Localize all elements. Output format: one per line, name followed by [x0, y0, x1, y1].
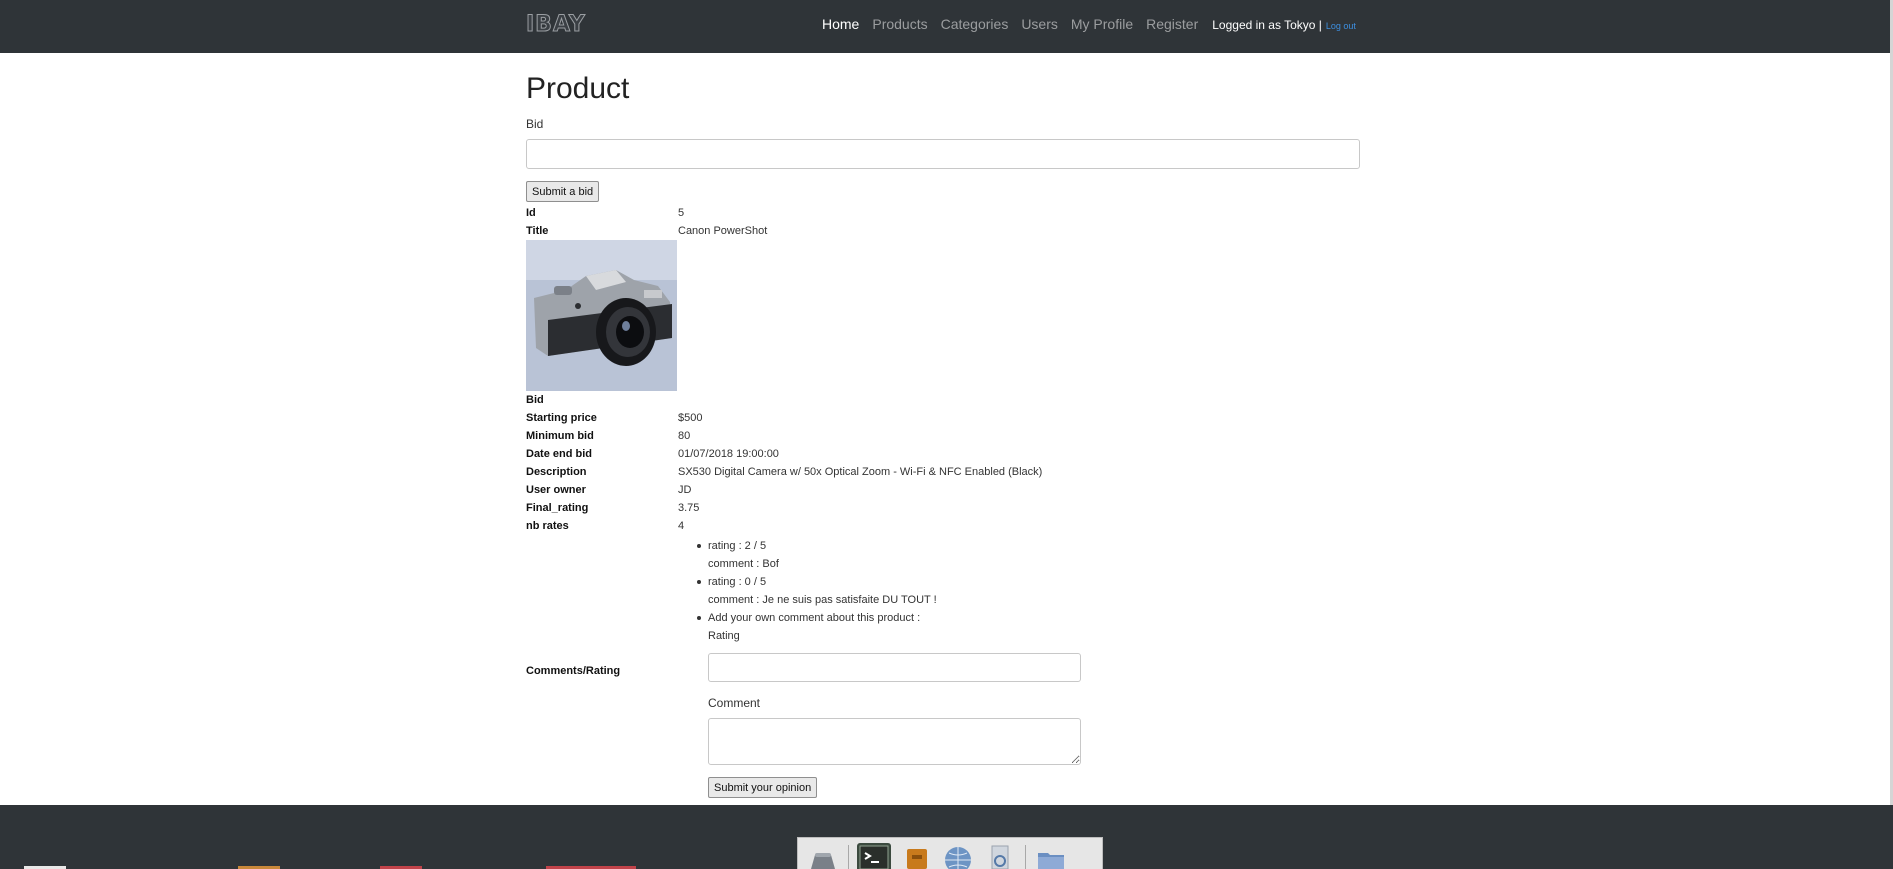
add-comment-heading: Add your own comment about this product … [708, 612, 921, 624]
comment-text: comment : Je ne suis pas satisfaite DU T… [708, 594, 937, 606]
top-navbar: IBAY Home Products Categories Users My P… [0, 0, 1890, 53]
comments-list: rating : 2 / 5 comment : Bof rating : 0 … [697, 537, 1081, 798]
detail-label: Final_rating [526, 502, 589, 514]
nav-register[interactable]: Register [1146, 16, 1198, 32]
logged-in-status: Logged in as Tokyo | [1212, 18, 1322, 32]
logout-link[interactable]: Log out [1326, 21, 1356, 31]
nav-categories[interactable]: Categories [941, 16, 1009, 32]
archive-icon[interactable] [899, 843, 933, 869]
detail-row-starting-price: Starting price $500 [526, 409, 1360, 427]
comment-rating: rating : 0 / 5 [708, 576, 767, 588]
detail-value: 5 [678, 207, 685, 219]
detail-value: 4 [678, 520, 685, 532]
submit-bid-button[interactable]: Submit a bid [526, 181, 600, 202]
comment-textarea[interactable] [708, 718, 1081, 765]
drive-icon[interactable] [806, 843, 840, 869]
bid-input[interactable] [526, 139, 1360, 169]
page-title: Product [526, 72, 630, 105]
detail-label: nb rates [526, 520, 569, 532]
detail-label: Minimum bid [526, 430, 594, 442]
detail-row-date-end-bid: Date end bid 01/07/2018 19:00:00 [526, 445, 1360, 463]
product-details: Id 5 Title Canon PowerShot Bid Starting … [526, 204, 1360, 798]
detail-value: 01/07/2018 19:00:00 [678, 448, 779, 460]
detail-row-nb-rates: nb rates 4 [526, 517, 1360, 535]
folder-icon[interactable] [1034, 843, 1068, 869]
rating-input[interactable] [708, 653, 1081, 682]
comments-label: Comments/Rating [526, 665, 621, 677]
detail-label: Bid [526, 394, 544, 406]
globe-icon[interactable] [941, 843, 975, 869]
rating-field-label: Rating [708, 630, 740, 642]
detail-row-user-owner: User owner JD [526, 481, 1360, 499]
product-photo [526, 240, 677, 391]
detail-row-description: Description SX530 Digital Camera w/ 50x … [526, 463, 1360, 481]
nav-my-profile[interactable]: My Profile [1071, 16, 1133, 32]
brand-logo[interactable]: IBAY [526, 12, 586, 38]
detail-value: Canon PowerShot [678, 225, 768, 237]
add-comment-item: Add your own comment about this product … [697, 609, 1081, 798]
product-page: Product Bid Submit a bid Id 5 Title Cano… [526, 70, 1360, 798]
comment-field-label: Comment [708, 696, 761, 710]
detail-value: 80 [678, 430, 691, 442]
detail-value: SX530 Digital Camera w/ 50x Optical Zoom… [678, 466, 1043, 478]
terminal-icon[interactable] [857, 843, 891, 869]
main-nav: Home Products Categories Users My Profil… [822, 16, 1369, 32]
detail-row-minimum-bid: Minimum bid 80 [526, 427, 1360, 445]
detail-value: JD [678, 484, 692, 496]
bid-field-label: Bid [526, 117, 544, 131]
detail-row-id: Id 5 [526, 204, 1360, 222]
detail-row-title: Title Canon PowerShot [526, 222, 1360, 240]
detail-label: Starting price [526, 412, 597, 424]
detail-row-bid: Bid [526, 391, 1360, 409]
detail-label: User owner [526, 484, 586, 496]
list-item: rating : 2 / 5 comment : Bof [697, 537, 1081, 573]
comment-text: comment : Bof [708, 558, 779, 570]
submit-opinion-button[interactable]: Submit your opinion [708, 777, 818, 798]
search-icon[interactable] [983, 843, 1017, 869]
detail-value: $500 [678, 412, 703, 424]
dock-separator [1025, 845, 1026, 869]
detail-value: 3.75 [678, 502, 700, 514]
dock-separator [848, 845, 849, 869]
detail-label: Id [526, 207, 536, 219]
detail-row-final-rating: Final_rating 3.75 [526, 499, 1360, 517]
application-dock [797, 837, 1103, 869]
comments-section: Comments/Rating rating : 2 / 5 comment :… [526, 537, 1360, 798]
nav-products[interactable]: Products [872, 16, 927, 32]
detail-label: Date end bid [526, 448, 593, 460]
detail-label: Description [526, 466, 587, 478]
comment-rating: rating : 2 / 5 [708, 540, 767, 552]
nav-home[interactable]: Home [822, 16, 859, 32]
nav-users[interactable]: Users [1021, 16, 1058, 32]
detail-label: Title [526, 225, 549, 237]
list-item: rating : 0 / 5 comment : Je ne suis pas … [697, 573, 1081, 609]
